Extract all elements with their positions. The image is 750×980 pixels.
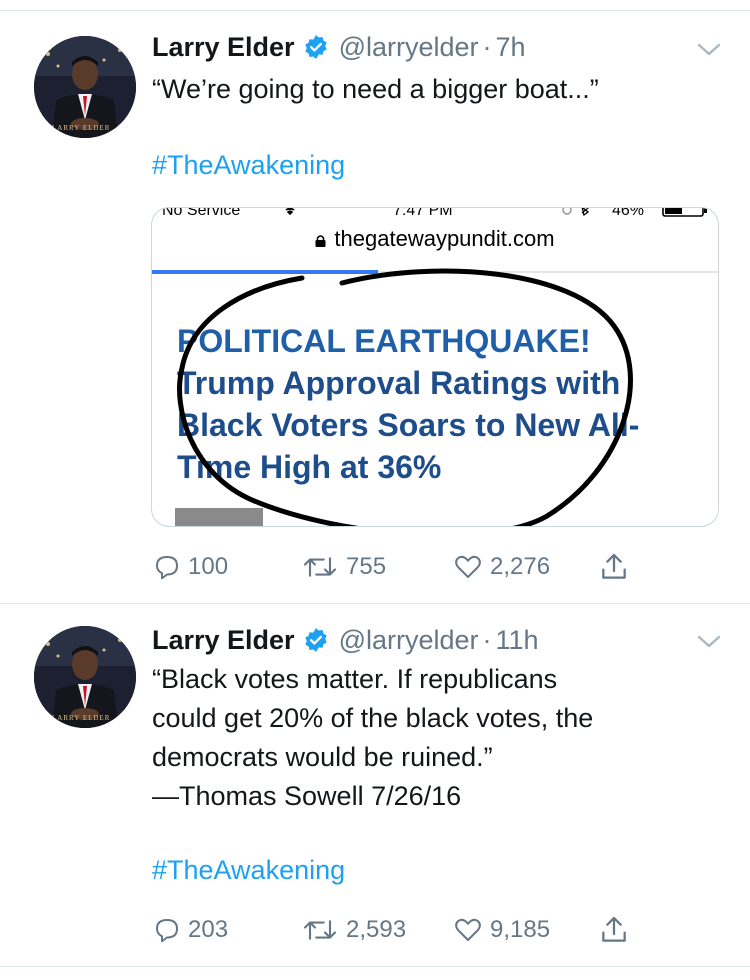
reply-count: 100	[188, 553, 229, 580]
avatar[interactable]: LARRY ELDER	[34, 626, 136, 728]
separator: ·	[482, 31, 492, 62]
like-count: 9,185	[490, 916, 551, 943]
like-button[interactable]: 9,185	[452, 913, 550, 947]
avatar[interactable]: LARRY ELDER	[34, 36, 136, 138]
timestamp[interactable]: 11h	[496, 625, 539, 656]
tweet-text: “Black votes matter. If republicans coul…	[152, 660, 593, 816]
hashtag-link[interactable]: #TheAwakening	[152, 855, 345, 886]
share-button[interactable]	[598, 913, 636, 947]
timestamp[interactable]: 7h	[496, 32, 526, 63]
retweet-icon	[303, 557, 337, 577]
share-button[interactable]	[598, 550, 636, 584]
tweet-text-line: democrats would be ruined.”	[152, 742, 493, 772]
chevron-down-icon[interactable]	[696, 40, 722, 60]
retweet-button[interactable]: 755	[300, 550, 386, 584]
like-button[interactable]: 2,276	[452, 550, 550, 584]
heart-icon	[455, 555, 481, 578]
verified-badge-icon	[304, 35, 327, 59]
display-name[interactable]: Larry Elder	[152, 32, 295, 63]
avatar-caption: LARRY ELDER	[52, 714, 111, 722]
tweet-text-line: could get 20% of the black votes, the	[152, 703, 594, 733]
handle[interactable]: @larryelder	[339, 32, 479, 63]
share-icon	[602, 553, 626, 579]
tweet-divider	[0, 603, 750, 604]
tweet-text-line: —Thomas Sowell 7/26/16	[152, 781, 462, 811]
separator: ·	[482, 624, 492, 655]
reply-button[interactable]: 100	[152, 550, 228, 584]
reply-icon	[156, 919, 178, 943]
tweet-actions: 203 2,593 9,185	[152, 913, 712, 947]
retweet-button[interactable]: 2,593	[300, 913, 406, 947]
tweet-text-line: “Black votes matter. If republicans	[152, 664, 558, 694]
tweet-text-line: “We’re going to need a bigger boat...”	[152, 74, 599, 104]
chevron-down-icon[interactable]	[696, 632, 722, 652]
tweet-text: “We’re going to need a bigger boat...”	[152, 70, 599, 109]
handle[interactable]: @larryelder	[339, 625, 479, 656]
tweet-actions: 100 755 2,276	[152, 550, 712, 584]
tweet-header: Larry Elder @larryelder · 7h	[152, 27, 526, 67]
reply-icon	[156, 556, 178, 580]
top-divider	[0, 10, 750, 11]
like-count: 2,276	[490, 553, 551, 580]
reply-count: 203	[188, 916, 229, 943]
tweet-header: Larry Elder @larryelder · 11h	[152, 620, 539, 660]
hashtag-link[interactable]: #TheAwakening	[152, 150, 345, 181]
link-card-image[interactable]: No Service 7:47 PM 46% thegatewaypundit.…	[151, 207, 719, 527]
heart-icon	[455, 918, 481, 941]
reply-button[interactable]: 203	[152, 913, 228, 947]
avatar-caption: LARRY ELDER	[52, 124, 111, 132]
hand-drawn-circle	[177, 268, 633, 526]
verified-badge-icon	[304, 628, 327, 652]
display-name[interactable]: Larry Elder	[152, 625, 295, 656]
retweet-icon	[303, 920, 337, 940]
retweet-count: 755	[346, 553, 387, 580]
bottom-divider	[0, 966, 750, 967]
share-icon	[602, 916, 626, 942]
retweet-count: 2,593	[346, 916, 407, 943]
